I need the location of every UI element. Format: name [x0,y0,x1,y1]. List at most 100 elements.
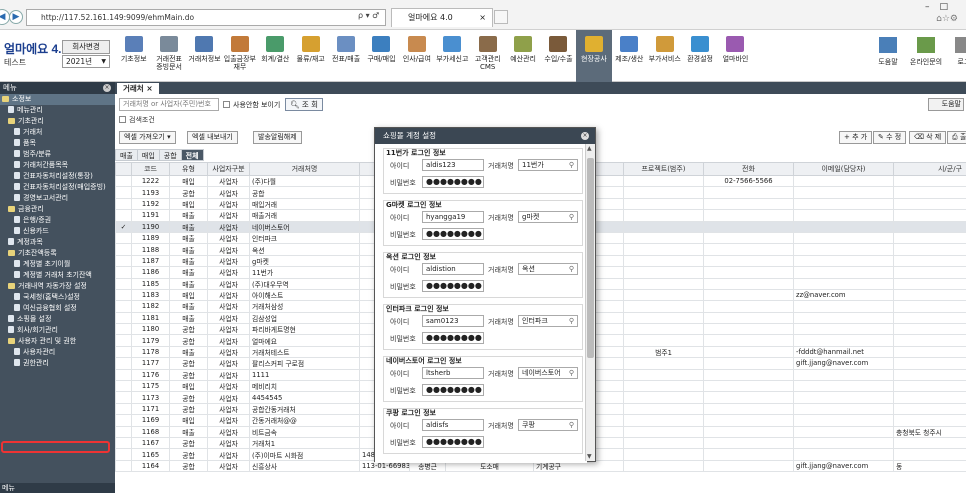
excel-export-button[interactable]: 엑셀 내보내기 [187,131,238,144]
sidebar-item[interactable]: 품목 [0,138,115,149]
row-checkbox[interactable] [115,266,132,279]
password-input[interactable]: ●●●●●●●● [422,228,484,240]
vendor-input[interactable]: 네이버스토어 ⚲ [518,367,578,379]
sidebar-item[interactable]: 거래처 [0,127,115,138]
column-header[interactable] [115,162,132,176]
sidebar-item[interactable]: 권한관리 [0,358,115,369]
menu-item-17[interactable]: 얼마바인 [718,30,753,82]
sidebar-item[interactable]: 기초잔액등록 [0,248,115,259]
column-header[interactable]: 이메일(담당자) [793,162,894,176]
vendor-input[interactable]: 쿠팡 ⚲ [518,419,578,431]
menu-item-13[interactable]: 현장공사 [576,30,612,82]
scroll-up-icon[interactable]: ▲ [587,145,592,152]
scrollbar-thumb[interactable] [587,158,594,358]
sidebar-item[interactable]: 계정과목 [0,237,115,248]
menu-item-6[interactable]: 전표/매출 [328,30,363,82]
close-icon[interactable]: × [103,84,111,92]
password-input[interactable]: ●●●●●●●● [422,436,484,448]
scroll-down-icon[interactable]: ▼ [587,453,592,460]
row-checkbox[interactable] [115,186,132,199]
menu-item-10[interactable]: 고객관리 CMS [470,30,505,82]
row-checkbox[interactable] [115,300,132,313]
search-icon[interactable]: ⚲ [569,368,574,378]
sidebar-item[interactable]: 신용카드 [0,226,115,237]
row-checkbox[interactable] [115,402,132,416]
search-input[interactable]: 거래처명 or 사업자(주민)번호 [119,98,219,111]
password-input[interactable]: ●●●●●●●● [422,384,484,396]
dialog-scrollbar[interactable]: ▲ ▼ [585,144,595,461]
password-input[interactable]: ●●●●●●●● [422,332,484,344]
sidebar-item[interactable]: 거래내역 자동가장 설정 [0,281,115,292]
search-condition-toggle[interactable]: 검색조건 [119,115,155,125]
print-button[interactable]: ⎙ 출 [947,131,966,144]
row-checkbox[interactable] [115,414,132,427]
row-checkbox[interactable] [115,323,132,336]
id-input[interactable]: hyangga19 [422,211,484,223]
row-checkbox[interactable] [115,288,132,302]
sidebar-item[interactable]: 국세청(홈택스)설정 [0,292,115,303]
subtab[interactable]: 매입 [136,149,160,161]
sidebar-item[interactable]: 계정별 초기이월 [0,259,115,270]
sidebar-item[interactable]: 계정별 거래처 초기잔액 [0,270,115,281]
subtab[interactable]: 공합 [158,149,182,161]
checkbox-box[interactable] [223,101,230,108]
menu-item-3[interactable]: 입출금장부 재무 [222,30,257,82]
column-header[interactable]: 거래처명 [249,162,360,176]
sidebar-item[interactable]: 건표자동처리설정(매입증빙) [0,182,115,193]
password-input[interactable]: ●●●●●●●● [422,280,484,292]
column-header[interactable]: 유형 [169,162,208,176]
subtab[interactable]: 매출 [115,149,138,161]
search-icon[interactable]: ⚲ [569,316,574,326]
row-checkbox[interactable] [115,391,132,404]
sidebar-item[interactable]: 사용자관리 [0,347,115,358]
search-icon[interactable]: ⚲ [569,264,574,274]
search-icon[interactable]: ⚲ [569,420,574,430]
vendor-input[interactable]: 11번가 ⚲ [518,159,578,171]
menu-item-4[interactable]: 회계/결산 [258,30,293,82]
checkbox-box[interactable] [119,116,126,123]
row-checkbox[interactable]: ✓ [115,220,132,233]
row-checkbox[interactable] [115,459,132,473]
right-menu-item-1[interactable]: 온라인문의 [908,30,944,82]
delete-button[interactable]: ⌫ 삭 제 [909,131,947,144]
sidebar-item[interactable]: 금융관리 [0,204,115,215]
sidebar-item[interactable]: 소정보 [0,94,115,105]
column-header[interactable]: 시/군/구 [893,162,966,176]
search-icon[interactable]: ⚲ [569,212,574,222]
browser-tab[interactable]: 얼마에요 4.0 × [391,8,493,27]
sidebar-item[interactable]: 경영보고서관리 [0,193,115,204]
edit-button[interactable]: ✎ 수 정 [873,131,907,144]
menu-item-16[interactable]: 환경설정 [682,30,717,82]
row-checkbox[interactable] [115,209,132,222]
row-checkbox[interactable] [115,197,132,211]
menu-item-14[interactable]: 제조/생산 [612,30,647,82]
row-checkbox[interactable] [115,436,132,450]
right-menu-item-2[interactable]: 로그 [946,30,966,82]
window-controls[interactable]: –□ [925,2,958,12]
help-button[interactable]: 도움말 [928,98,964,111]
row-checkbox[interactable] [115,448,132,461]
sidebar-item[interactable]: 건표자동처리설정(통장) [0,171,115,182]
excel-import-button[interactable]: 엑셀 가져오기 ▾ [119,131,176,144]
sidebar-item[interactable]: 사용자 관리 및 권한 [0,336,115,347]
forward-icon[interactable]: ▶ [9,10,23,24]
row-checkbox[interactable] [115,357,132,370]
menu-item-0[interactable]: 기초정보 [116,30,151,82]
id-input[interactable]: aldistion [422,263,484,275]
row-checkbox[interactable] [115,425,132,439]
tab-vendor[interactable]: 거래처 × [117,83,159,94]
row-checkbox[interactable] [115,243,132,256]
sidebar-item[interactable]: 소핑몰 설정 [0,314,115,325]
menu-item-8[interactable]: 인사/급여 [399,30,434,82]
menu-item-9[interactable]: 부가세신고 [435,30,470,82]
close-tab-icon[interactable]: × [479,9,486,27]
menu-item-1[interactable]: 거래전표 증빙문서 [151,30,186,82]
id-input[interactable]: aldisfs [422,419,484,431]
sidebar-item[interactable]: 여신금융협회 설정 [0,303,115,314]
row-checkbox[interactable] [115,254,132,268]
close-icon[interactable]: × [581,132,589,140]
password-input[interactable]: ●●●●●●●● [422,176,484,188]
row-checkbox[interactable] [115,174,132,188]
row-checkbox[interactable] [115,277,132,290]
sidebar-item[interactable]: 기초관리 [0,116,115,127]
